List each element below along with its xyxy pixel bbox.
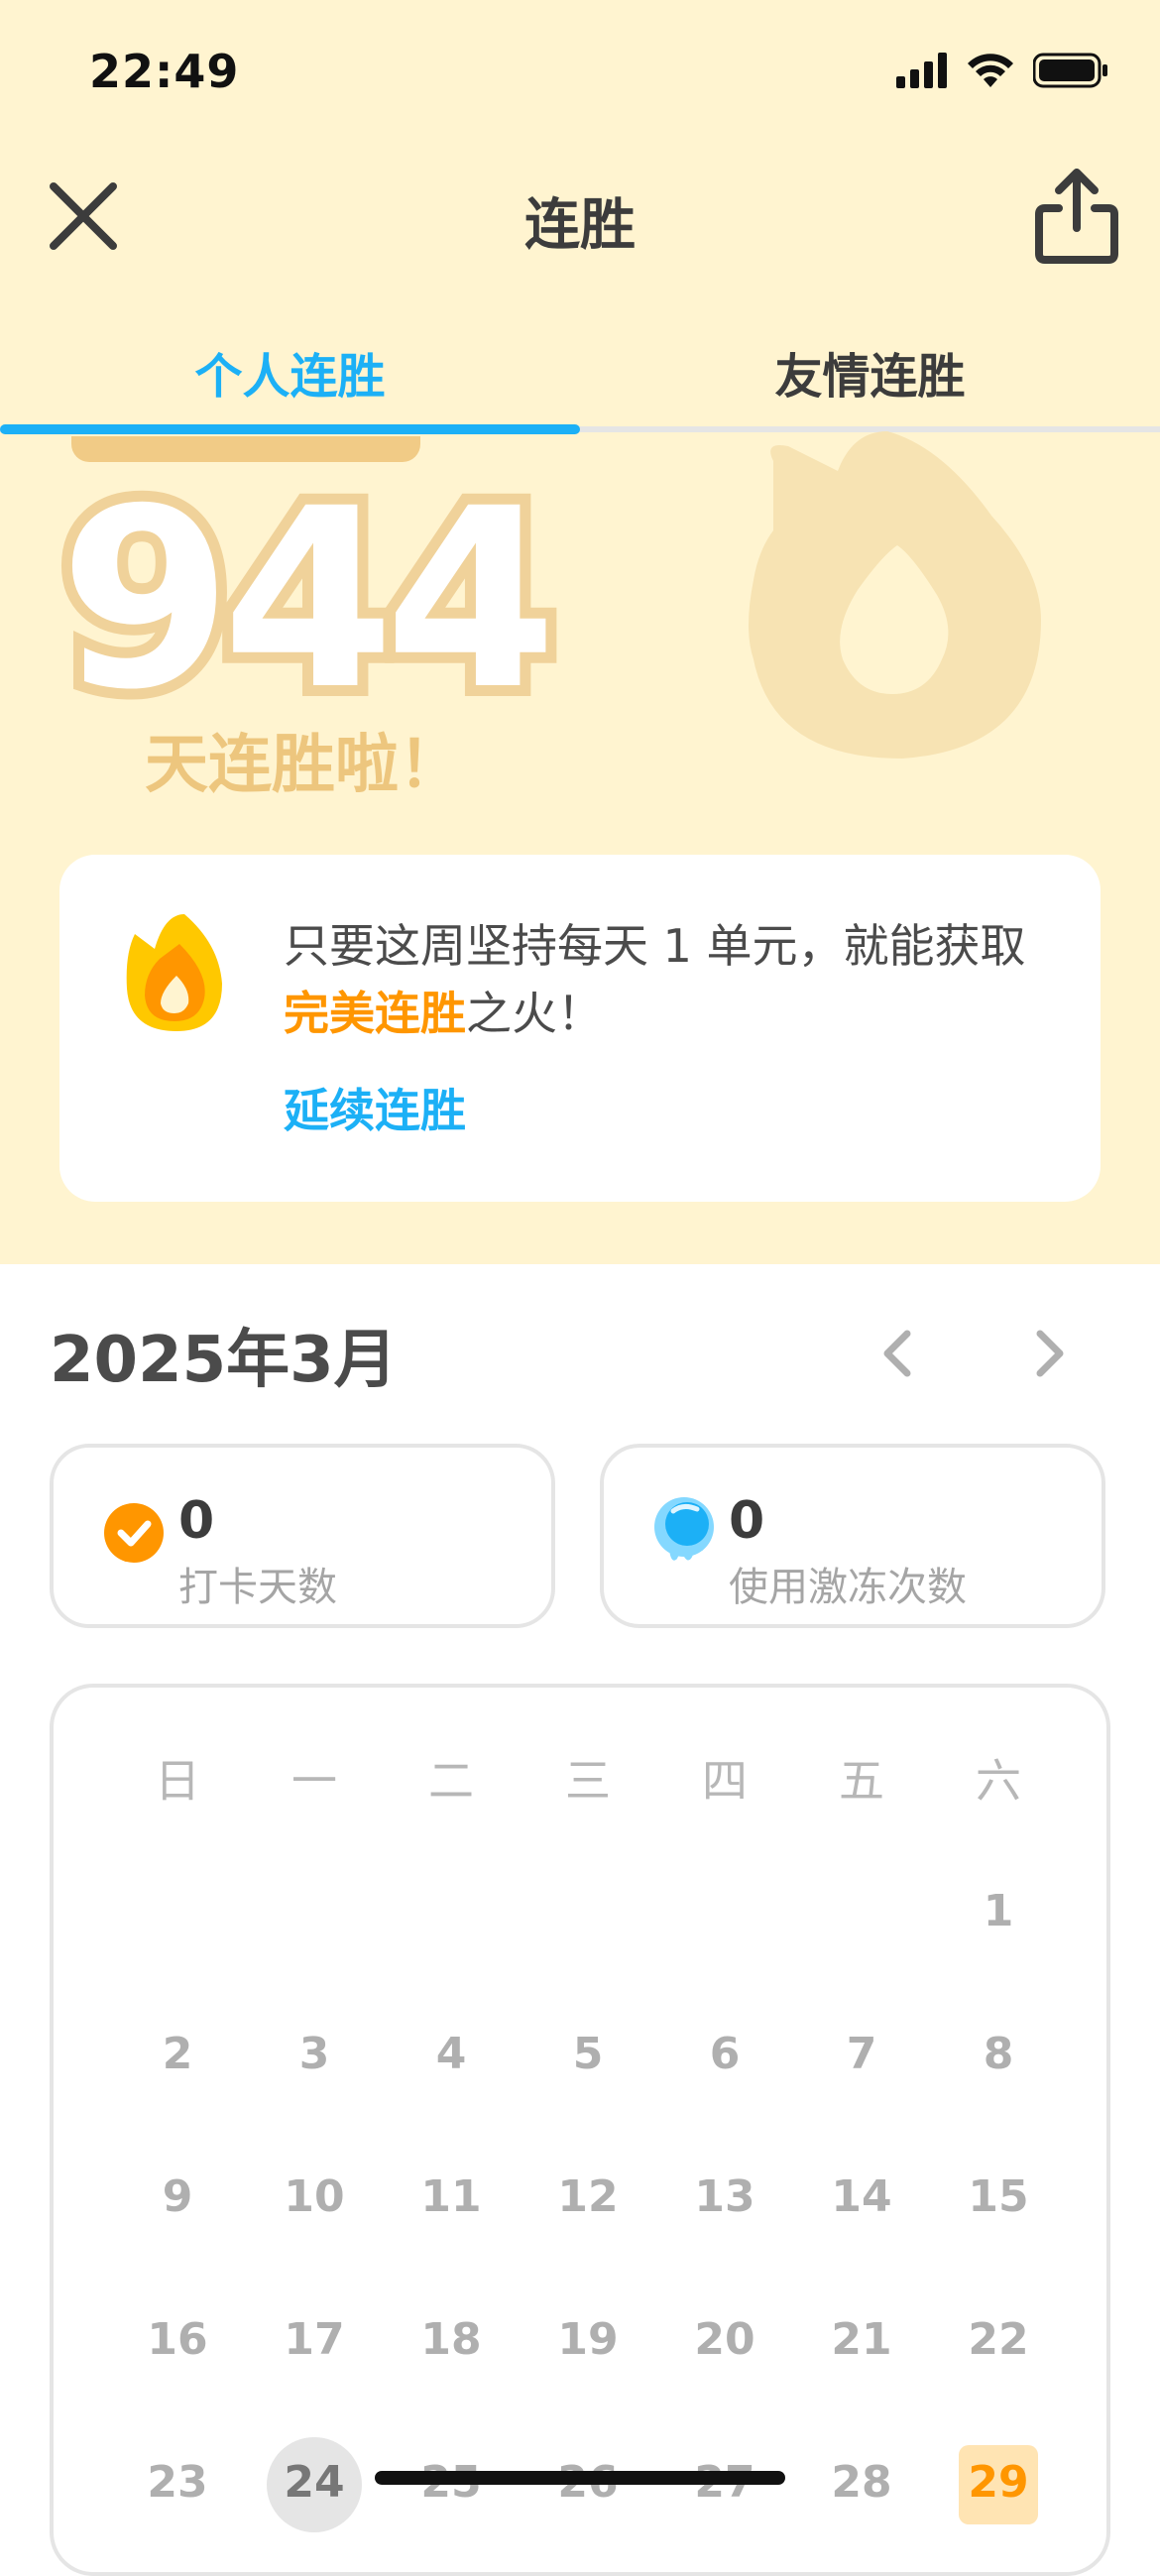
calendar-day[interactable]: 24	[246, 2457, 383, 2508]
calendar-day[interactable]: 22	[930, 2314, 1067, 2365]
weekday-label: 日	[155, 1754, 200, 1808]
streak-tabs: 个人连胜 友情连胜	[0, 317, 1160, 436]
calendar-day[interactable]: 11	[383, 2171, 520, 2222]
calendar-day[interactable]: 21	[793, 2314, 930, 2365]
streak-count: 944	[49, 455, 568, 744]
battery-icon	[1033, 53, 1107, 88]
weekday-label: 五	[839, 1754, 884, 1808]
promo-message: 只要这周坚持每天 1 单元，就能获取完美连胜之火！	[284, 912, 1047, 1047]
freeze-used-value: 0	[729, 1491, 765, 1551]
weekday-label: 四	[702, 1754, 748, 1808]
status-icons	[896, 52, 1108, 89]
calendar-day[interactable]: 18	[383, 2314, 520, 2365]
status-time: 22:49	[89, 45, 240, 98]
continue-streak-link[interactable]: 延续连胜	[284, 1075, 466, 1140]
tab-personal-streak[interactable]: 个人连胜	[0, 337, 580, 407]
chevron-left-icon[interactable]	[872, 1324, 922, 1383]
calendar-day[interactable]: 14	[793, 2171, 930, 2222]
calendar-day[interactable]: 12	[520, 2171, 656, 2222]
calendar-day[interactable]: 17	[246, 2314, 383, 2365]
calendar-day[interactable]: 19	[520, 2314, 656, 2365]
calendar-day[interactable]: 28	[793, 2457, 930, 2508]
page-title: 连胜	[524, 193, 636, 258]
calendar-day[interactable]: 5	[520, 2029, 656, 2079]
calendar-day[interactable]: 10	[246, 2171, 383, 2222]
weekday-label: 三	[565, 1754, 611, 1808]
promo-text-before: 只要这周坚持每天 1 单元，就能获取	[284, 919, 1026, 973]
flame-icon	[749, 431, 1041, 759]
month-title: 2025年3月	[50, 1324, 398, 1397]
top-nav: 连胜	[0, 149, 1160, 278]
calendar-day[interactable]: 6	[656, 2029, 793, 2079]
calendar-day[interactable]: 20	[656, 2314, 793, 2365]
fire-icon	[126, 914, 222, 1031]
home-indicator	[375, 2471, 785, 2485]
calendar-day[interactable]: 16	[109, 2314, 246, 2365]
calendar-day[interactable]: 1	[930, 1886, 1067, 1936]
check-circle-icon	[104, 1503, 164, 1563]
weekday-label: 一	[291, 1754, 337, 1808]
calendar-day[interactable]: 15	[930, 2171, 1067, 2222]
promo-text-highlight: 完美连胜	[284, 987, 466, 1040]
streak-freeze-icon	[654, 1497, 714, 1561]
calendar-day[interactable]: 8	[930, 2029, 1067, 2079]
calendar-day[interactable]: 2	[109, 2029, 246, 2079]
calendar-day[interactable]: 4	[383, 2029, 520, 2079]
tab-friend-streak[interactable]: 友情连胜	[580, 337, 1160, 407]
promo-text-after: 之火！	[466, 987, 603, 1040]
status-bar: 22:49	[0, 0, 1160, 149]
calendar-day[interactable]: 23	[109, 2457, 246, 2508]
wifi-icon	[968, 54, 1013, 87]
freeze-used-label: 使用激冻次数	[729, 1565, 967, 1610]
share-icon[interactable]	[1033, 167, 1120, 266]
weekday-label: 六	[976, 1754, 1021, 1808]
calendar-day[interactable]: 3	[246, 2029, 383, 2079]
checkin-days-card: 0 打卡天数	[50, 1444, 555, 1628]
calendar-day[interactable]: 13	[656, 2171, 793, 2222]
chevron-right-icon[interactable]	[1025, 1324, 1075, 1383]
streak-calendar: 日一二三四五六 1 2 3 4 5 6 7 8 9 10 11 12 13 14 15 16 17 18 19 20 21…	[50, 1684, 1110, 2576]
checkin-days-label: 打卡天数	[178, 1565, 337, 1610]
checkin-days-value: 0	[178, 1491, 215, 1551]
calendar-day[interactable]: 9	[109, 2171, 246, 2222]
weekday-label: 二	[428, 1754, 474, 1808]
calendar-day[interactable]: 29	[930, 2457, 1067, 2508]
calendar-day[interactable]: 7	[793, 2029, 930, 2079]
cellular-signal-icon	[896, 53, 947, 88]
perfect-streak-card: 只要这周坚持每天 1 单元，就能获取完美连胜之火！ 延续连胜	[59, 855, 1101, 1202]
freeze-used-card: 0 使用激冻次数	[600, 1444, 1105, 1628]
streak-label: 天连胜啦！	[145, 729, 462, 802]
tab-active-indicator	[0, 424, 580, 434]
